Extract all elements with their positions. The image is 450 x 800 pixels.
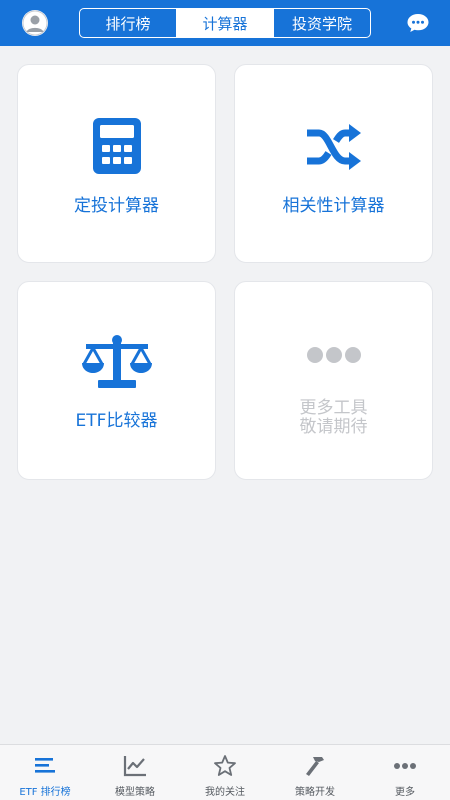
scale-icon — [18, 332, 215, 390]
correlation-calculator-label: 相关性计算器 — [282, 196, 385, 216]
nav-etf-ranking-label: ETF 排行榜 — [19, 787, 71, 798]
more-dots-icon — [235, 346, 432, 364]
nav-etf-ranking[interactable]: ETF 排行榜 — [0, 745, 90, 800]
more-tools-card: 更多工具 敬请期待 — [234, 281, 433, 480]
nav-more[interactable]: 更多 — [360, 745, 450, 800]
nav-my-watchlist[interactable]: 我的关注 — [180, 745, 270, 800]
bottom-nav: ETF 排行榜 模型策略 我的关注 策略开发 更多 — [0, 744, 450, 800]
more-horizontal-icon — [392, 753, 418, 779]
etf-comparer-card[interactable]: ETF比较器 — [17, 281, 216, 480]
correlation-calculator-card[interactable]: 相关性计算器 — [234, 64, 433, 263]
nav-strategy-dev[interactable]: 策略开发 — [270, 745, 360, 800]
top-bar: 排行榜 计算器 投资学院 — [0, 0, 450, 46]
nav-model-strategy[interactable]: 模型策略 — [90, 745, 180, 800]
list-icon — [32, 753, 58, 779]
tab-calculator[interactable]: 计算器 — [176, 9, 273, 37]
user-avatar-icon[interactable] — [22, 10, 48, 36]
coming-soon-label: 敬请期待 — [299, 417, 368, 437]
dca-calculator-label: 定投计算器 — [74, 196, 159, 216]
line-chart-icon — [122, 753, 148, 779]
shuffle-icon — [235, 123, 432, 171]
nav-strategy-dev-label: 策略开发 — [295, 787, 335, 798]
segmented-tabs: 排行榜 计算器 投资学院 — [79, 8, 371, 38]
calculator-icon — [18, 117, 215, 175]
chat-bubble-icon[interactable] — [406, 12, 430, 34]
tab-academy[interactable]: 投资学院 — [273, 9, 370, 37]
nav-more-label: 更多 — [395, 787, 415, 798]
nav-model-strategy-label: 模型策略 — [115, 787, 155, 798]
star-icon — [212, 753, 238, 779]
more-tools-label: 更多工具 — [299, 398, 368, 418]
etf-comparer-label: ETF比较器 — [75, 411, 158, 431]
dca-calculator-card[interactable]: 定投计算器 — [17, 64, 216, 263]
tab-ranking[interactable]: 排行榜 — [80, 9, 176, 37]
nav-my-watchlist-label: 我的关注 — [205, 787, 245, 798]
hammer-icon — [302, 753, 328, 779]
